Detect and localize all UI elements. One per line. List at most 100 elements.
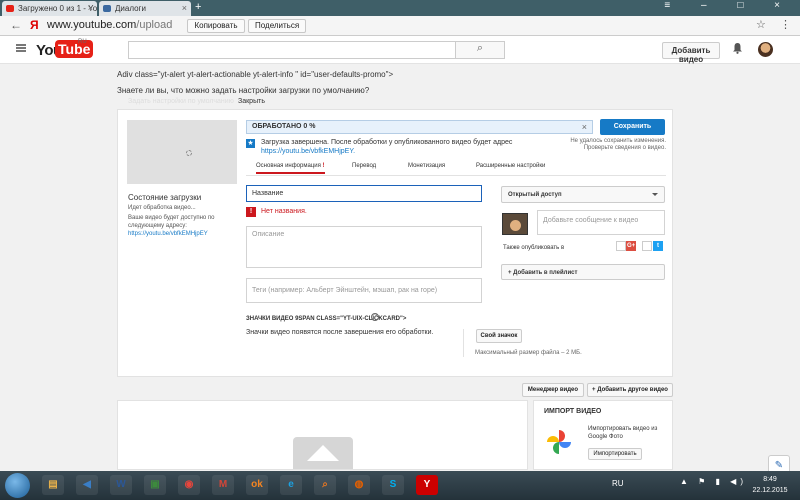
browser-tab-bar: Загружено 0 из 1 - Yo × Диалоги × + ≡ – … bbox=[0, 0, 800, 16]
system-tray-icons[interactable]: ▲ ⚑ ▮ ◀) bbox=[680, 477, 747, 486]
search-app-icon[interactable]: ⌕ bbox=[314, 475, 336, 495]
google-photos-icon bbox=[547, 430, 571, 454]
video-url-link[interactable]: https://youtu.be/vbfkEMHjpEY bbox=[128, 231, 208, 237]
tab-title: Диалоги bbox=[115, 4, 146, 13]
processing-text: Идет обработка видео... bbox=[128, 205, 196, 211]
save-button[interactable]: Сохранить bbox=[600, 119, 665, 135]
max-file-size-note: Максимальный размер файла – 2 МБ. bbox=[475, 350, 582, 356]
video-settings-tabs: Основная информация ! Перевод Монетизаци… bbox=[246, 162, 666, 176]
terminal-app-icon[interactable]: ▣ bbox=[144, 475, 166, 495]
new-tab-button[interactable]: + bbox=[195, 1, 201, 13]
close-tab-icon[interactable]: × bbox=[182, 3, 187, 13]
help-icon[interactable]: ? bbox=[371, 313, 379, 321]
notifications-bell-icon[interactable] bbox=[732, 42, 743, 57]
windows-taskbar: ▤ ◀ W ▣ ◉ Mok e ⌕ ◍ S Y RU ▲ ⚑ ▮ ◀) 8:49 22.12.201… bbox=[0, 471, 800, 500]
ok-app-icon[interactable]: ok bbox=[246, 475, 268, 495]
chevron-down-icon bbox=[652, 193, 658, 196]
tags-input[interactable]: Теги (например: Альберт Эйнштейн, мэшап,… bbox=[246, 278, 482, 303]
back-arrow-icon[interactable]: ← bbox=[10, 18, 22, 32]
start-button[interactable] bbox=[5, 473, 30, 498]
yandex-app-icon[interactable]: Y bbox=[416, 475, 438, 495]
title-placeholder: Название bbox=[252, 190, 284, 197]
progress-label: ОБРАБОТАНО 0 % bbox=[252, 123, 316, 130]
upload-video-button[interactable]: Добавить видео bbox=[662, 42, 720, 64]
upload-done-star-icon: ★ bbox=[246, 139, 255, 148]
set-defaults-link[interactable]: Задать настройки по умолчанию bbox=[128, 98, 234, 105]
video-available-text: Ваше видео будет доступно по следующему … bbox=[128, 215, 215, 229]
skype-app-icon[interactable]: S bbox=[382, 475, 404, 495]
published-url-link[interactable]: https://youtu.be/vbfkEMHjpEY. bbox=[261, 148, 355, 155]
import-description: Импортировать видео из Google Фото bbox=[588, 426, 658, 440]
import-button[interactable]: Импортировать bbox=[588, 448, 642, 460]
tab-basic-info[interactable]: Основная информация ! bbox=[256, 163, 325, 174]
vk-favicon bbox=[103, 5, 111, 12]
twitter-checkbox[interactable] bbox=[642, 241, 652, 251]
bookmark-star-icon[interactable]: ☆ bbox=[756, 18, 766, 31]
firefox-app-icon[interactable]: ◍ bbox=[348, 475, 370, 495]
window-controls[interactable]: ≡ – □ × bbox=[664, 0, 794, 11]
upload-status-title: Состояние загрузки bbox=[128, 193, 202, 202]
tab-translation[interactable]: Перевод bbox=[352, 163, 376, 169]
yandex-logo-icon[interactable]: Я bbox=[30, 18, 39, 32]
media-app-icon[interactable]: ◀ bbox=[76, 475, 98, 495]
upload-done-text: Загрузка завершена. После обработки у оп… bbox=[261, 139, 513, 146]
video-thumbnail bbox=[127, 120, 237, 184]
clock-date: 22.12.2015 bbox=[752, 487, 788, 494]
description-textarea[interactable]: Описание bbox=[246, 226, 482, 268]
promo-close-link[interactable]: Закрыть bbox=[238, 98, 265, 105]
privacy-dropdown[interactable]: Открытый доступ bbox=[501, 186, 665, 203]
twitter-icon[interactable]: t bbox=[653, 241, 663, 251]
user-avatar[interactable] bbox=[758, 42, 773, 57]
promo-question: Знаете ли вы, что можно задать настройки… bbox=[117, 86, 370, 95]
share-button[interactable]: Поделиться bbox=[248, 19, 306, 33]
logo-region: RU bbox=[78, 39, 87, 45]
tags-placeholder: Теги (например: Альберт Эйнштейн, мэшап,… bbox=[252, 287, 438, 294]
google-plus-icon[interactable]: G+ bbox=[626, 241, 636, 251]
browser-menu-icon[interactable]: ⋮ bbox=[780, 18, 791, 31]
video-manager-button[interactable]: Менеджер видео bbox=[522, 383, 584, 397]
promo-raw-markup: Adiv class="yt-alert yt-alert-actionable… bbox=[117, 70, 394, 79]
browser-tab-upload[interactable]: Загружено 0 из 1 - Yo × bbox=[2, 1, 97, 16]
import-title: ИМПОРТ ВИДЕО bbox=[544, 408, 602, 415]
copy-url-button[interactable]: Копировать bbox=[187, 19, 245, 33]
search-input[interactable] bbox=[128, 41, 455, 59]
youtube-logo-tube[interactable]: Tube bbox=[55, 40, 94, 58]
url-domain: www.youtube.com bbox=[47, 19, 137, 31]
title-input[interactable]: Название bbox=[246, 185, 482, 202]
tab-advanced[interactable]: Расширенные настройки bbox=[476, 163, 545, 169]
search-button[interactable]: ⌕ bbox=[455, 41, 505, 59]
address-bar: ← Я www.youtube.com/upload Копировать По… bbox=[0, 16, 800, 36]
message-placeholder: Добавьте сообщение к видео bbox=[543, 217, 639, 224]
explorer-app-icon[interactable]: ▤ bbox=[42, 475, 64, 495]
share-message-textarea[interactable]: Добавьте сообщение к видео bbox=[537, 210, 665, 235]
custom-thumbnail-button[interactable]: Свой значок bbox=[476, 329, 522, 343]
language-indicator[interactable]: RU bbox=[612, 479, 624, 488]
clock-time: 8:49 bbox=[763, 476, 777, 483]
upload-arrow-icon[interactable] bbox=[293, 437, 353, 469]
chrome-app-icon[interactable]: ◉ bbox=[178, 475, 200, 495]
gmail-app-icon[interactable]: M bbox=[212, 475, 234, 495]
ie-app-icon[interactable]: e bbox=[280, 475, 302, 495]
browser-tab-dialogs[interactable]: Диалоги × bbox=[99, 1, 191, 16]
url-path: /upload bbox=[136, 19, 173, 31]
add-to-playlist-button[interactable]: + Добавить в плейлист bbox=[501, 264, 665, 280]
description-placeholder: Описание bbox=[252, 231, 285, 238]
tab-monetization[interactable]: Монетизация bbox=[408, 163, 445, 169]
thumbnails-section-title: ЗНАЧКИ ВИДЕО 9SPAN CLASS="YT-UIX-CLICKCA… bbox=[246, 316, 407, 322]
channel-avatar bbox=[502, 213, 528, 235]
clock[interactable]: 8:49 22.12.2015 bbox=[750, 474, 790, 496]
word-app-icon[interactable]: W bbox=[110, 475, 132, 495]
add-another-video-button[interactable]: + Добавить другое видео bbox=[587, 383, 673, 397]
close-tab-icon[interactable]: × bbox=[88, 3, 93, 13]
tab-warning-icon: ! bbox=[322, 163, 325, 169]
upload-drop-zone[interactable] bbox=[117, 400, 528, 470]
tab-title: Загружено 0 из 1 - Yo bbox=[18, 4, 97, 13]
title-error-text: Нет названия. bbox=[261, 208, 307, 215]
url-field[interactable]: www.youtube.com/upload bbox=[47, 19, 172, 31]
google-plus-checkbox[interactable] bbox=[616, 241, 626, 251]
error-icon: ! bbox=[246, 207, 256, 217]
thumbnails-note: Значки видео появятся после завершения е… bbox=[246, 329, 434, 336]
cancel-upload-icon[interactable]: × bbox=[582, 122, 587, 132]
guide-menu-icon[interactable] bbox=[16, 44, 26, 52]
import-video-panel: ИМПОРТ ВИДЕО Импортировать видео из Goog… bbox=[533, 400, 673, 470]
